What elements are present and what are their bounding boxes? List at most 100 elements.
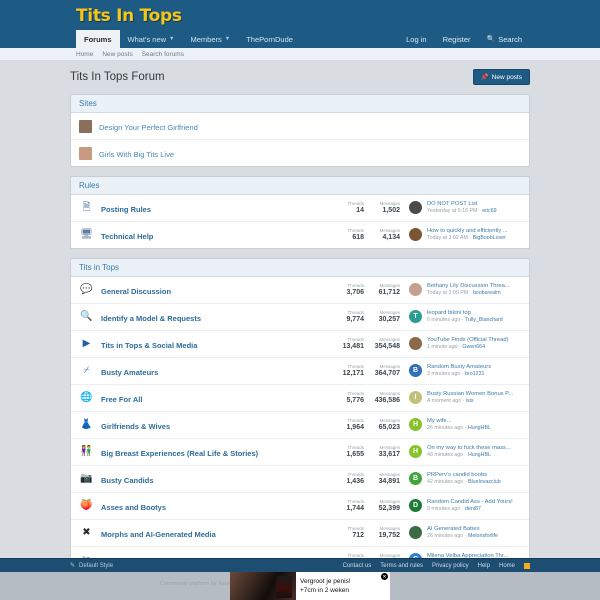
table-row[interactable]: ▶ Tits in Tops & Social Media Threads 13… — [71, 331, 529, 358]
table-row[interactable]: 🔍 Identify a Model & Requests Threads 9,… — [71, 304, 529, 331]
avatar[interactable] — [409, 283, 422, 297]
table-row[interactable]: 🌐 Free For All Threads 5,776 Messages 43… — [71, 385, 529, 412]
site-title[interactable]: Design Your Perfect Girlfriend — [99, 117, 521, 135]
forum-title[interactable]: Technical Help — [101, 226, 338, 244]
table-row[interactable]: ⌿ Busty Amateurs Threads 12,171 Messages… — [71, 358, 529, 385]
last-post-title[interactable]: How to quickly and efficiently ... — [427, 228, 508, 236]
footer-link[interactable]: Privacy policy — [432, 563, 469, 569]
rss-icon[interactable] — [524, 562, 530, 569]
close-icon[interactable]: ✕ — [381, 573, 388, 580]
forum-link[interactable]: Technical Help — [101, 232, 153, 241]
last-post-user[interactable]: BigBoobLover — [473, 235, 506, 241]
avatar[interactable]: H — [409, 418, 422, 432]
avatar[interactable] — [409, 228, 422, 242]
nav-item-what-s-new[interactable]: What's new ▼ — [120, 30, 183, 48]
last-post-title[interactable]: leopard bikini top — [427, 310, 503, 318]
last-post-title[interactable]: Random Candid Ass - Add Yours! — [427, 499, 513, 507]
site-link[interactable]: Design Your Perfect Girlfriend — [99, 123, 198, 132]
last-post-title[interactable]: My wife... — [427, 418, 491, 426]
last-post-user[interactable]: HungHBL — [468, 425, 491, 431]
table-row[interactable]: 🗎 Posting Rules Threads 14 Messages 1,50… — [71, 195, 529, 222]
table-row[interactable]: 👫 Big Breast Experiences (Real Life & St… — [71, 439, 529, 466]
forum-link[interactable]: Big Breast Experiences (Real Life & Stor… — [101, 449, 258, 458]
nav-action-log-in[interactable]: Log in — [398, 30, 434, 48]
ad-banner[interactable]: Vergroot je penis! +7cm in 2 weken ✕ — [230, 572, 390, 600]
forum-link[interactable]: General Discussion — [101, 287, 171, 296]
avatar[interactable]: D — [409, 499, 422, 513]
forum-title[interactable]: Morphs and AI-Generated Media — [101, 524, 338, 542]
list-item[interactable]: Design Your Perfect Girlfriend — [71, 113, 529, 140]
avatar[interactable] — [409, 526, 422, 540]
nav-action-search[interactable]: 🔍 Search — [479, 30, 530, 48]
last-post-title[interactable]: DO NOT POST List — [427, 201, 497, 209]
last-post-user[interactable]: Melonsforlife — [468, 533, 498, 539]
forum-title[interactable]: Girlfriends & Wives — [101, 416, 338, 434]
avatar[interactable]: H — [409, 445, 422, 459]
forum-title[interactable]: Identify a Model & Requests — [101, 308, 338, 326]
last-post-user[interactable]: Bluelovazclub — [468, 479, 501, 485]
last-post-user[interactable]: bro1231 — [465, 371, 484, 377]
footer-link[interactable]: Home — [499, 563, 515, 569]
table-row[interactable]: ✖ Morphs and AI-Generated Media Threads … — [71, 520, 529, 547]
last-post-user[interactable]: Tully_Blanchard — [465, 317, 503, 323]
table-row[interactable]: 🖥 Technical Help Threads 618 Messages 4,… — [71, 222, 529, 248]
table-row[interactable]: 📷 Busty Candids Threads 1,436 Messages 3… — [71, 466, 529, 493]
footer-style-label[interactable]: Default Style — [79, 563, 113, 569]
table-row[interactable]: 🍑 Asses and Bootys Threads 1,744 Message… — [71, 493, 529, 520]
last-post-title[interactable]: On my way to fuck these mass... — [427, 445, 511, 453]
avatar[interactable]: B — [409, 364, 422, 378]
last-post-title[interactable]: YouTube Finds (Official Thread) — [427, 337, 509, 345]
last-post-user[interactable]: boobsrealm — [473, 290, 501, 296]
nav-item-forums[interactable]: Forums — [76, 30, 120, 48]
last-post-title[interactable]: Bethany Lily Discussion Threa... — [427, 283, 510, 291]
forum-link[interactable]: Posting Rules — [101, 205, 151, 214]
nav-item-theporndude[interactable]: ThePornDude — [238, 30, 301, 48]
last-post-user[interactable]: deni87 — [465, 506, 481, 512]
footer-link[interactable]: Contact us — [343, 563, 372, 569]
forum-link[interactable]: Morphs and AI-Generated Media — [101, 530, 216, 539]
avatar[interactable]: T — [409, 310, 422, 324]
forum-title[interactable]: Posting Rules — [101, 199, 338, 217]
forum-link[interactable]: Busty Candids — [101, 476, 154, 485]
list-item[interactable]: Girls With Big Tits Live — [71, 140, 529, 166]
breadcrumb-item[interactable]: Home — [76, 51, 93, 58]
last-post-user[interactable]: isis — [466, 398, 474, 404]
forum-link[interactable]: Identify a Model & Requests — [101, 314, 201, 323]
avatar[interactable] — [409, 201, 422, 215]
forum-link[interactable]: Free For All — [101, 395, 142, 404]
avatar[interactable] — [409, 337, 422, 351]
new-posts-button[interactable]: 📌 New posts — [472, 69, 530, 85]
site-title[interactable]: Girls With Big Tits Live — [99, 144, 521, 162]
last-post-user[interactable]: HungHBL — [468, 452, 491, 458]
last-post-user[interactable]: Gwen664 — [462, 344, 485, 350]
last-post-user[interactable]: eric69 — [482, 208, 496, 214]
forum-title[interactable]: Big Breast Experiences (Real Life & Stor… — [101, 443, 338, 461]
breadcrumb-item[interactable]: Search forums — [142, 51, 184, 58]
nav-action-register[interactable]: Register — [435, 30, 479, 48]
avatar[interactable]: I — [409, 391, 422, 405]
table-row[interactable]: 👗 Girlfriends & Wives Threads 1,964 Mess… — [71, 412, 529, 439]
last-post-title[interactable]: PRPerv's candid boobs — [427, 472, 501, 480]
footer-style-chooser[interactable]: ✎ Default Style — [70, 562, 343, 570]
footer-link[interactable]: Help — [478, 563, 490, 569]
forum-title[interactable]: Busty Amateurs — [101, 362, 338, 380]
forum-title[interactable]: Asses and Bootys — [101, 497, 338, 515]
last-post-title[interactable]: Random Busty Amateurs — [427, 364, 491, 372]
forum-title[interactable]: Busty Candids — [101, 470, 338, 488]
last-post-title[interactable]: AI Generated Babes — [427, 526, 498, 534]
site-logo[interactable]: Tits In Tops — [76, 6, 182, 26]
nav-item-members[interactable]: Members ▼ — [183, 30, 239, 48]
table-row[interactable]: 💬 General Discussion Threads 3,706 Messa… — [71, 277, 529, 304]
breadcrumb-item[interactable]: New posts — [102, 51, 132, 58]
logo-container[interactable]: Tits In Tops — [0, 0, 600, 30]
forum-link[interactable]: Girlfriends & Wives — [101, 422, 170, 431]
forum-link[interactable]: Asses and Bootys — [101, 503, 166, 512]
forum-title[interactable]: General Discussion — [101, 281, 338, 299]
forum-link[interactable]: Tits in Tops & Social Media — [101, 341, 197, 350]
forum-title[interactable]: Tits in Tops & Social Media — [101, 335, 338, 353]
forum-link[interactable]: Busty Amateurs — [101, 368, 158, 377]
last-post-title[interactable]: Busty Russian Women Bonus P... — [427, 391, 513, 399]
footer-link[interactable]: Terms and rules — [380, 563, 423, 569]
avatar[interactable]: B — [409, 472, 422, 486]
forum-title[interactable]: Free For All — [101, 389, 338, 407]
